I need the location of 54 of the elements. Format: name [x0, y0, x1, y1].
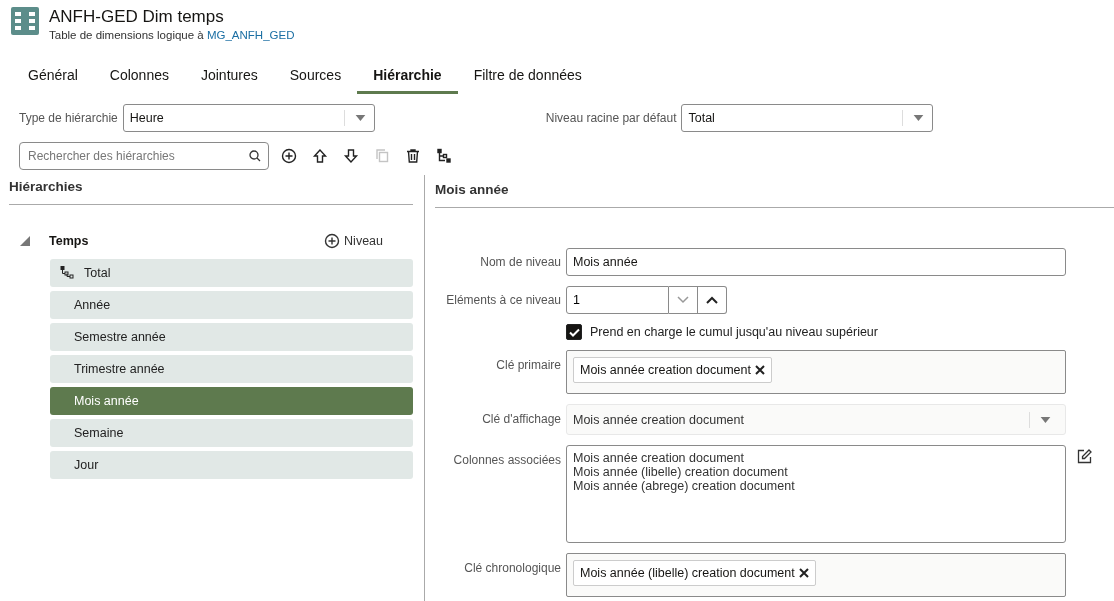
tag: Mois année (libelle) creation document [573, 560, 816, 586]
level-item[interactable]: Semaine [50, 419, 413, 447]
level-item[interactable]: Total [50, 259, 413, 287]
expand-icon[interactable] [19, 235, 31, 247]
field-label: Type de hiérarchie [19, 111, 118, 125]
column-name: Mois année (abrege) creation document [573, 479, 796, 493]
add-icon [324, 233, 341, 249]
tab[interactable]: Jointures [184, 61, 274, 94]
display-key-select[interactable]: Mois année creation document [566, 404, 1066, 435]
column-name: Mois année (libelle) creation document [573, 465, 789, 479]
remove-icon[interactable] [754, 365, 765, 375]
column-name: Mois année creation document [573, 451, 745, 465]
tab[interactable]: Général [12, 61, 94, 94]
tag-field[interactable]: Mois année (libelle) creation document [566, 553, 1066, 597]
field-label: Clé chronologique [463, 560, 561, 575]
tree-node[interactable]: Temps [49, 234, 325, 248]
field-label: Eléments à ce niveau [445, 292, 561, 307]
page-subtitle: Table de dimensions logique à MG_ANFH_GED [49, 29, 295, 41]
hierarchy-type-select[interactable]: Heure [122, 104, 375, 132]
pane-title: Hiérarchies [9, 179, 413, 205]
model-link[interactable]: MG_ANFH_GED [206, 29, 295, 41]
hierarchy-icon [60, 266, 76, 280]
tab[interactable]: Colonnes [93, 61, 185, 94]
remove-icon[interactable] [798, 568, 809, 578]
level-item[interactable]: Trimestre année [50, 355, 413, 383]
search-icon [249, 150, 261, 162]
field-label: Nom de niveau [479, 254, 561, 269]
rollup-checkbox[interactable] [566, 324, 582, 340]
associated-columns-area[interactable]: Mois année creation document Mois année (libelle) creation document Mois année (abrege) creation document [566, 445, 1066, 543]
field-label: Niveau racine par défaut [545, 111, 677, 125]
default-root-select[interactable]: Total [681, 104, 934, 132]
field-label: Clé primaire [495, 357, 561, 372]
level-item[interactable]: Année [50, 291, 413, 319]
number-field[interactable]: 1 [566, 286, 669, 314]
level-item[interactable]: Jour [50, 451, 413, 479]
chevron-up-icon [706, 296, 718, 304]
pane-title: Mois année [435, 182, 1114, 208]
search-field[interactable]: Rechercher des hiérarchies [19, 142, 269, 170]
tab[interactable]: Sources [273, 61, 358, 94]
field-label: Clé d'affichage [481, 411, 561, 426]
level-name-field[interactable]: Mois année [566, 248, 1066, 276]
tag-field[interactable]: Mois année creation document [566, 350, 1066, 394]
table-icon [11, 7, 39, 35]
add-level-button[interactable]: Niveau [324, 233, 383, 249]
tag: Mois année creation document [573, 357, 772, 383]
increment-button[interactable] [698, 286, 727, 314]
chevron-down-icon [677, 296, 689, 304]
tab[interactable]: Hiérarchie [357, 61, 458, 94]
level-item[interactable]: Mois année [50, 387, 413, 415]
tab[interactable]: Filtre de données [457, 61, 598, 94]
checkbox-label: Prend en charge le cumul jusqu'au niveau supérieur [590, 325, 878, 339]
page-title: ANFH-GED Dim temps [49, 7, 225, 27]
field-label: Colonnes associées [452, 452, 561, 467]
level-item[interactable]: Semestre année [50, 323, 413, 351]
